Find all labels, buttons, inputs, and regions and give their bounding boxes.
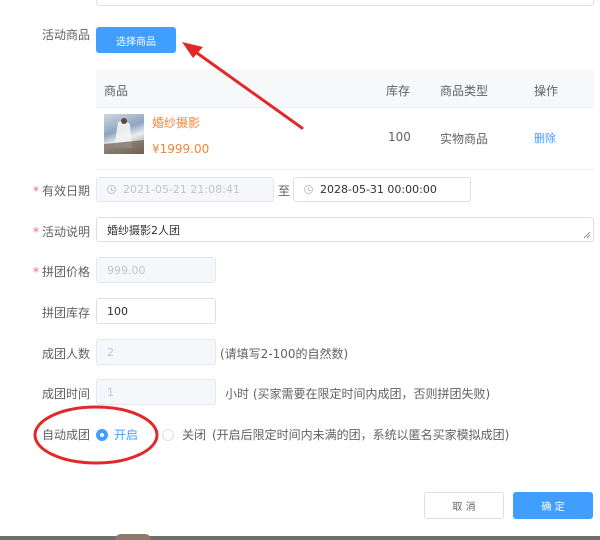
date-separator: 至: [278, 184, 291, 198]
description-label: * 活动说明: [32, 225, 90, 239]
cancel-button[interactable]: 取 消: [424, 492, 504, 519]
top-input-edge: [96, 0, 594, 6]
radio-checked-icon: [96, 428, 108, 441]
valid-date-label: * 有效日期: [32, 184, 90, 198]
goods-price: ¥1999.00: [152, 142, 210, 156]
clock-icon: [304, 185, 313, 194]
header-stock: 库存: [386, 84, 411, 98]
group-size-label: 成团人数: [41, 347, 90, 361]
activity-goods-label: 活动商品: [41, 28, 90, 42]
group-stock-label: 拼团库存: [41, 306, 90, 320]
group-size-hint: (请填写2-100的自然数): [220, 347, 349, 361]
auto-group-hint: (开启后限定时间内未满的团，系统以匿名买家模拟成团): [212, 428, 510, 442]
group-price-input[interactable]: 999.00: [96, 257, 216, 283]
goods-type: 实物商品: [440, 132, 489, 146]
header-action: 操作: [534, 84, 559, 98]
bottom-taskbar-edge: [0, 534, 600, 540]
select-goods-button[interactable]: 选择商品: [96, 27, 176, 53]
header-goods: 商品: [104, 84, 129, 98]
goods-stock: 100: [388, 130, 411, 144]
group-stock-input[interactable]: 100: [96, 298, 216, 324]
auto-group-off-radio[interactable]: 关闭: [162, 426, 206, 443]
table-header: 商品 库存 商品类型 操作: [96, 70, 594, 108]
description-textarea[interactable]: 婚纱摄影2人团: [96, 217, 594, 242]
goods-table: 商品 库存 商品类型 操作 婚纱摄影 ¥1999.00 100 实物商品 删除: [96, 70, 594, 170]
group-time-label: 成团时间: [41, 387, 90, 401]
start-date-input[interactable]: 2021-05-21 21:08:41: [96, 177, 274, 202]
goods-thumbnail: [104, 114, 144, 154]
group-time-input[interactable]: 1: [96, 379, 216, 405]
auto-group-label: 自动成团: [41, 428, 90, 442]
group-time-hint: 小时 (买家需要在限定时间内成团，否则拼团失败): [225, 387, 491, 401]
clock-icon: [107, 185, 116, 194]
goods-name[interactable]: 婚纱摄影: [152, 114, 200, 131]
auto-group-on-radio[interactable]: 开启: [96, 426, 138, 443]
delete-link[interactable]: 删除: [534, 130, 556, 146]
group-size-input[interactable]: 2: [96, 339, 216, 365]
end-date-input[interactable]: 2028-05-31 00:00:00: [293, 177, 471, 202]
radio-unchecked-icon: [162, 428, 174, 441]
resize-handle-icon[interactable]: [583, 231, 590, 238]
table-row: 婚纱摄影 ¥1999.00 100 实物商品 删除: [96, 108, 594, 170]
confirm-button[interactable]: 确 定: [513, 492, 593, 519]
header-type: 商品类型: [440, 84, 489, 98]
group-price-label: * 拼团价格: [32, 265, 90, 279]
